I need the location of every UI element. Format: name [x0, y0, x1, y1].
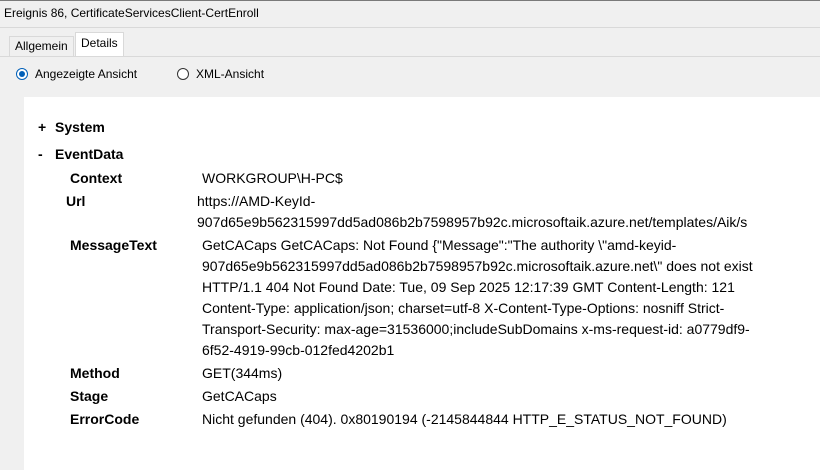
tree-node-eventdata-label: EventData [55, 146, 124, 162]
stage-key: Stage [70, 388, 109, 404]
errorcode-key: ErrorCode [70, 411, 140, 427]
context-key: Context [70, 170, 123, 186]
method-value: GET(344ms) [202, 365, 283, 381]
friendly-view-option[interactable]: Angezeigte Ansicht [16, 67, 137, 81]
errorcode-value: Nicht gefunden (404). 0x80190194 (-21458… [202, 411, 727, 427]
messagetext-line: Transport-Security: max-age=31536000;inc… [202, 321, 750, 337]
details-panel: Angezeigte Ansicht XML-Ansicht + System -… [0, 56, 820, 471]
event-details-view: + System - EventData Context WORKGROUP\H-P… [24, 97, 820, 471]
xml-view-radio[interactable] [177, 68, 189, 80]
messagetext-line: GetCACaps GetCACaps: Not Found {"Message… [202, 237, 677, 253]
messagetext-line: 907d65e9b562315997dd5ad086b2b7598957b92c… [202, 258, 753, 274]
url-value: https://AMD-KeyId- 907d65e9b562315997dd5… [197, 191, 747, 233]
window-title: Ereignis 86, CertificateServicesClient-C… [4, 6, 259, 20]
url-key: Url [66, 193, 86, 209]
tab-details[interactable]: Details [75, 32, 124, 56]
collapse-eventdata-toggle[interactable]: - [38, 146, 55, 162]
url-line: https://AMD-KeyId- [197, 193, 316, 209]
url-line: 907d65e9b562315997dd5ad086b2b7598957b92c… [197, 214, 748, 230]
tree-node-system-label: System [55, 119, 105, 135]
tree-node-eventdata[interactable]: - EventData [38, 146, 123, 162]
messagetext-line: Content-Type: application/json; charset=… [202, 300, 725, 316]
messagetext-key: MessageText [70, 237, 157, 253]
xml-view-label[interactable]: XML-Ansicht [196, 67, 264, 81]
friendly-view-radio[interactable] [16, 68, 28, 80]
expand-system-toggle[interactable]: + [38, 119, 55, 135]
stage-value: GetCACaps [202, 388, 277, 404]
messagetext-line: 6f52-4919-99cb-012fed4202b1 [202, 342, 395, 358]
context-value: WORKGROUP\H-PC$ [202, 170, 343, 186]
messagetext-value: GetCACaps GetCACaps: Not Found {"Message… [202, 235, 753, 361]
tree-node-system[interactable]: + System [38, 119, 105, 135]
tab-strip: Allgemein Details [0, 28, 820, 56]
xml-view-option[interactable]: XML-Ansicht [177, 67, 264, 81]
method-key: Method [70, 365, 120, 381]
title-bar: Ereignis 86, CertificateServicesClient-C… [0, 0, 820, 28]
messagetext-line: HTTP/1.1 404 Not Found Date: Tue, 09 Sep… [202, 279, 735, 295]
friendly-view-label[interactable]: Angezeigte Ansicht [35, 67, 137, 81]
tab-allgemein[interactable]: Allgemein [9, 36, 74, 56]
